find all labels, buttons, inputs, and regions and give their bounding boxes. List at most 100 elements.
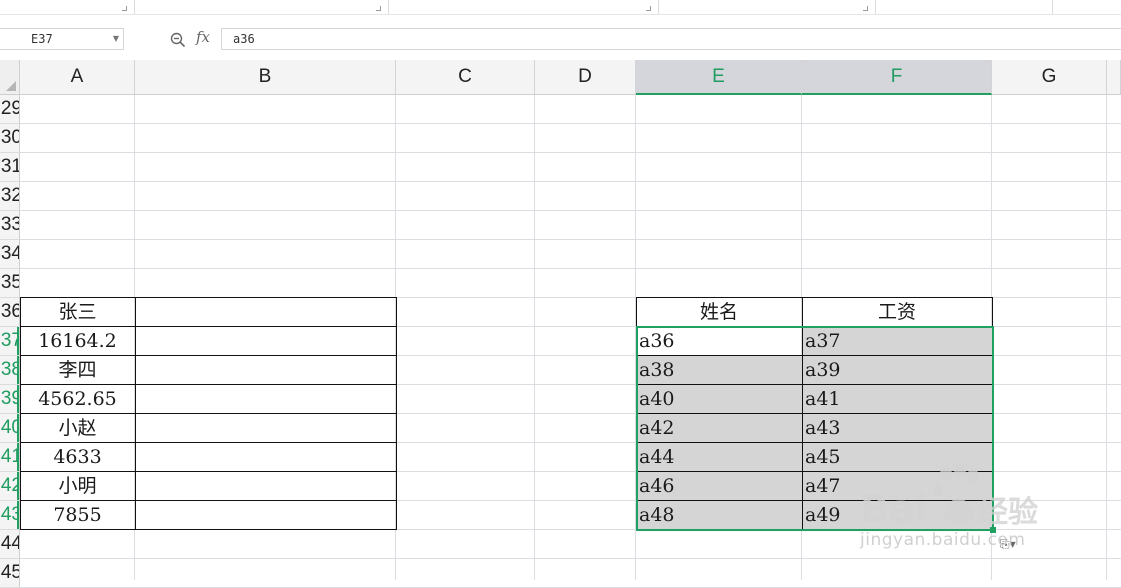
- gridline-horizontal: [20, 268, 1121, 269]
- dialog-launcher-icon[interactable]: [646, 6, 651, 11]
- table-cell-empty[interactable]: [135, 472, 396, 501]
- column-header-f[interactable]: F: [802, 60, 992, 95]
- table-row-cell[interactable]: a48: [636, 501, 802, 530]
- table-row-cell[interactable]: a49: [802, 501, 992, 530]
- row-header-37[interactable]: 37: [0, 327, 20, 356]
- fill-handle[interactable]: [990, 527, 996, 533]
- column-header-d[interactable]: D: [535, 60, 636, 95]
- name-box[interactable]: E37 ▼: [0, 28, 124, 50]
- table-cell-empty[interactable]: [135, 356, 396, 385]
- table-cell[interactable]: 李四: [20, 356, 135, 385]
- table-cell-empty[interactable]: [135, 298, 396, 327]
- table-cell[interactable]: 7855: [20, 501, 135, 530]
- row-header-44[interactable]: 44: [0, 530, 20, 559]
- table-border: [20, 384, 397, 385]
- table-row-cell[interactable]: a37: [802, 327, 992, 356]
- table-row-cell[interactable]: a47: [802, 472, 992, 501]
- formula-bar: E37 ▼ fx a36: [0, 25, 1121, 53]
- table-row-cell[interactable]: a41: [802, 385, 992, 414]
- row-number: 34: [0, 243, 20, 264]
- table-row-cell[interactable]: a46: [636, 472, 802, 501]
- gridline-vertical: [534, 95, 535, 580]
- dialog-launcher-icon[interactable]: [376, 6, 381, 11]
- row-header-29[interactable]: 29: [0, 95, 20, 124]
- row-number: 37: [0, 330, 20, 351]
- table-row-cell[interactable]: a39: [802, 356, 992, 385]
- table-cell[interactable]: 小赵: [20, 414, 135, 443]
- row-number: 42: [0, 475, 20, 496]
- table-cell-empty[interactable]: [135, 501, 396, 530]
- column-header-a[interactable]: A: [20, 60, 135, 95]
- row-number: 38: [0, 359, 20, 380]
- toolbar-strip: [0, 0, 1121, 15]
- column-header-e[interactable]: E: [636, 60, 802, 95]
- table-cell-empty[interactable]: [135, 385, 396, 414]
- table-border: [636, 355, 993, 356]
- row-header-42[interactable]: 42: [0, 472, 20, 501]
- function-icon[interactable]: fx: [196, 28, 210, 46]
- gridline-horizontal: [20, 239, 1121, 240]
- row-header-34[interactable]: 34: [0, 240, 20, 269]
- table-cell-empty[interactable]: [135, 414, 396, 443]
- table-row-cell[interactable]: a43: [802, 414, 992, 443]
- table-header-cell[interactable]: 姓名: [636, 298, 802, 327]
- table-border: [636, 471, 993, 472]
- row-header-31[interactable]: 31: [0, 153, 20, 182]
- table-cell-empty[interactable]: [135, 443, 396, 472]
- paste-options-icon[interactable]: ⎘▾: [1000, 537, 1016, 552]
- row-header-41[interactable]: 41: [0, 443, 20, 472]
- table-cell-empty[interactable]: [135, 327, 396, 356]
- row-header-40[interactable]: 40: [0, 414, 20, 443]
- table-cell[interactable]: 张三: [20, 298, 135, 327]
- row-header-38[interactable]: 38: [0, 356, 20, 385]
- table-row-cell[interactable]: a42: [636, 414, 802, 443]
- table-border: [396, 297, 397, 530]
- row-number: 36: [0, 301, 20, 322]
- row-header-45[interactable]: 45: [0, 559, 20, 588]
- toolbar-divider: [1052, 0, 1053, 14]
- column-header-partial[interactable]: [1107, 60, 1121, 95]
- dialog-launcher-icon[interactable]: [122, 6, 127, 11]
- row-header-32[interactable]: 32: [0, 182, 20, 211]
- column-header-g[interactable]: G: [992, 60, 1107, 95]
- table-row-cell[interactable]: a40: [636, 385, 802, 414]
- select-all-icon: [6, 81, 16, 91]
- table-border: [636, 413, 993, 414]
- row-header-39[interactable]: 39: [0, 385, 20, 414]
- table-border: [636, 297, 993, 298]
- row-number: 29: [0, 98, 20, 119]
- table-row-cell[interactable]: a36: [636, 327, 802, 356]
- row-number: 30: [0, 127, 20, 148]
- select-all-button[interactable]: [0, 60, 20, 95]
- row-header-36[interactable]: 36: [0, 298, 20, 327]
- table-header-cell[interactable]: 工资: [802, 298, 992, 327]
- table-border: [636, 500, 993, 501]
- dialog-launcher-icon[interactable]: [863, 6, 868, 11]
- table-border: [636, 442, 993, 443]
- table-cell[interactable]: 小明: [20, 472, 135, 501]
- row-number: 35: [0, 272, 20, 293]
- table-border: [20, 297, 21, 530]
- chevron-down-icon[interactable]: ▼: [113, 29, 119, 49]
- column-header-c[interactable]: C: [396, 60, 535, 95]
- zoom-out-icon[interactable]: [170, 32, 186, 48]
- row-header-33[interactable]: 33: [0, 211, 20, 240]
- row-header-35[interactable]: 35: [0, 269, 20, 298]
- row-number: 43: [0, 504, 20, 525]
- row-header-43[interactable]: 43: [0, 501, 20, 530]
- table-cell[interactable]: 16164.2: [20, 327, 135, 356]
- gridline-horizontal: [20, 210, 1121, 211]
- toolbar-divider: [134, 0, 135, 14]
- table-border: [20, 413, 397, 414]
- table-row-cell[interactable]: a38: [636, 356, 802, 385]
- formula-input[interactable]: a36: [221, 28, 1121, 50]
- table-row-cell[interactable]: a44: [636, 443, 802, 472]
- table-border: [636, 529, 993, 530]
- table-cell[interactable]: 4633: [20, 443, 135, 472]
- row-header-30[interactable]: 30: [0, 124, 20, 153]
- table-row-cell[interactable]: a45: [802, 443, 992, 472]
- row-number: 31: [0, 156, 20, 177]
- table-cell[interactable]: 4562.65: [20, 385, 135, 414]
- toolbar-divider: [388, 0, 389, 14]
- column-header-b[interactable]: B: [135, 60, 396, 95]
